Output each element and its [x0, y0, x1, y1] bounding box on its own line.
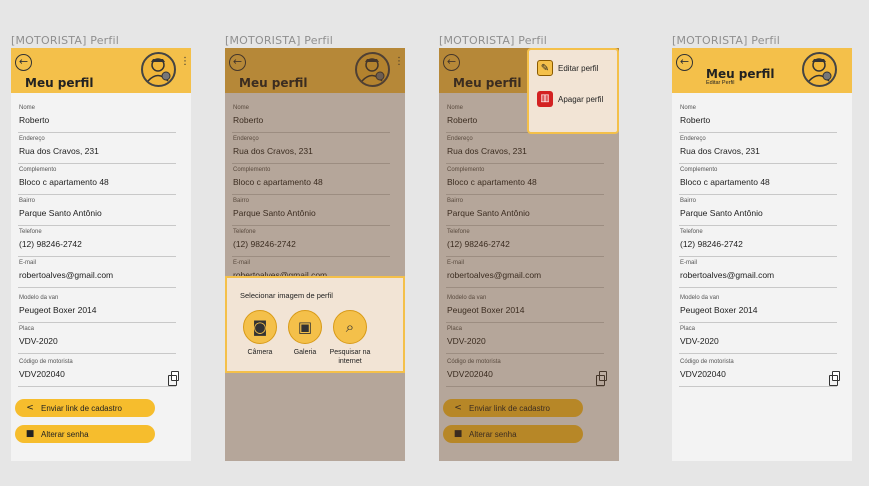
field-label: Placa	[19, 326, 35, 332]
avatar[interactable]	[141, 52, 176, 87]
more-options-icon[interactable]: ⋮	[180, 57, 190, 67]
field-label: Código de motorista	[680, 359, 734, 365]
field-value: Bloco c apartamento 48	[19, 177, 109, 187]
share-icon: <	[26, 403, 34, 413]
field-value: VDV-2020	[19, 336, 58, 346]
field-value: Parque Santo Antônio	[680, 208, 763, 218]
profile-screen-menu-open: ← Meu perfil Nome Roberto Endereço Rua dos…	[439, 48, 619, 461]
options-menu: ✎ Editar perfil ▥ Apagar perfil	[527, 48, 619, 134]
driver-avatar-icon	[808, 58, 832, 82]
field-value: Rua dos Cravos, 231	[680, 146, 760, 156]
profile-screen-image-picker: ← Meu perfil ⋮ Nome Roberto Endereço Rua d…	[225, 48, 405, 461]
field-label: Bairro	[19, 198, 36, 204]
field-email[interactable]: E-mail robertoalves@gmail.com	[18, 260, 176, 288]
camera-option[interactable]: ◙ Câmera	[236, 310, 284, 357]
profile-screen: ← Meu perfil ⋮ Nome Roberto Endereço Rua d…	[11, 48, 191, 461]
field-label: Modelo da van	[19, 295, 59, 301]
field-label: Complemento	[680, 167, 718, 173]
field-label: Endereço	[680, 136, 706, 142]
modal-overlay[interactable]	[225, 48, 405, 461]
field-label: Endereço	[19, 136, 45, 142]
field-value: Peugeot Boxer 2014	[19, 305, 97, 315]
field-value: VDV202040	[680, 369, 726, 379]
field-placa[interactable]: Placa VDV-2020	[679, 326, 837, 354]
field-label: Telefone	[19, 229, 42, 235]
field-value: Parque Santo Antônio	[19, 208, 102, 218]
screen-label: [MOTORISTA] Perfil	[11, 34, 119, 47]
app-header: ← Meu perfil Editar Perfil	[672, 48, 852, 93]
field-value: (12) 98246-2742	[19, 239, 82, 249]
field-label: Código de motorista	[19, 359, 73, 365]
trash-icon: ▥	[537, 91, 553, 107]
image-picker-sheet: Selecionar imagem de perfil ◙ Câmera ▣ Gal…	[225, 276, 405, 373]
field-complemento[interactable]: Complemento Bloco c apartamento 48	[679, 167, 837, 195]
field-nome[interactable]: Nome Roberto	[679, 105, 837, 133]
field-value: Roberto	[680, 115, 711, 125]
sheet-title: Selecionar imagem de perfil	[240, 291, 333, 300]
field-complemento[interactable]: Complemento Bloco c apartamento 48	[18, 167, 176, 195]
field-value: Roberto	[19, 115, 50, 125]
field-value: VDV-2020	[680, 336, 719, 346]
field-label: Telefone	[680, 229, 703, 235]
field-label: Nome	[680, 105, 697, 111]
gallery-option[interactable]: ▣ Galeria	[281, 310, 329, 357]
field-value: (12) 98246-2742	[680, 239, 743, 249]
web-search-icon: ⌕	[333, 310, 367, 344]
page-title: Meu perfil	[25, 76, 94, 90]
send-signup-link-button[interactable]: < Enviar link de cadastro	[15, 399, 155, 417]
field-modelo-van[interactable]: Modelo da van Peugeot Boxer 2014	[679, 295, 837, 323]
field-modelo-van[interactable]: Modelo da van Peugeot Boxer 2014	[18, 295, 176, 323]
field-label: Modelo da van	[680, 295, 720, 301]
field-value: Peugeot Boxer 2014	[680, 305, 758, 315]
field-label: Complemento	[19, 167, 57, 173]
field-label: E-mail	[19, 260, 37, 266]
field-value: Bloco c apartamento 48	[680, 177, 770, 187]
gallery-icon: ▣	[288, 310, 322, 344]
change-password-button[interactable]: ■ Alterar senha	[15, 425, 155, 443]
web-search-option[interactable]: ⌕ Pesquisar na internet	[326, 310, 374, 366]
screen-label: [MOTORISTA] Perfil	[672, 34, 780, 47]
field-value: robertoalves@gmail.com	[19, 270, 114, 280]
back-arrow-icon[interactable]: ←	[15, 54, 32, 71]
field-nome[interactable]: Nome Roberto	[18, 105, 176, 133]
field-bairro[interactable]: Bairro Parque Santo Antônio	[679, 198, 837, 226]
copy-icon[interactable]	[168, 371, 179, 386]
field-email[interactable]: E-mail robertoalves@gmail.com	[679, 260, 837, 288]
screen-label: [MOTORISTA] Perfil	[439, 34, 547, 47]
profile-screen-edit-mode: ← Meu perfil Editar Perfil Nome Roberto E…	[672, 48, 852, 461]
field-codigo-motorista[interactable]: Código de motorista VDV202040	[18, 359, 179, 387]
camera-icon: ◙	[243, 310, 277, 344]
field-telefone[interactable]: Telefone (12) 98246-2742	[18, 229, 176, 257]
field-endereco[interactable]: Endereço Rua dos Cravos, 231	[679, 136, 837, 164]
app-header: ← Meu perfil ⋮	[11, 48, 191, 93]
field-label: Placa	[680, 326, 696, 332]
lock-icon: ■	[25, 429, 35, 439]
copy-icon[interactable]	[829, 371, 840, 386]
field-label: E-mail	[680, 260, 698, 266]
field-codigo-motorista[interactable]: Código de motorista VDV202040	[679, 359, 840, 387]
field-value: robertoalves@gmail.com	[680, 270, 775, 280]
field-bairro[interactable]: Bairro Parque Santo Antônio	[18, 198, 176, 226]
field-placa[interactable]: Placa VDV-2020	[18, 326, 176, 354]
field-label: Nome	[19, 105, 36, 111]
field-label: Bairro	[680, 198, 697, 204]
driver-avatar-icon	[147, 58, 171, 82]
back-arrow-icon[interactable]: ←	[676, 54, 693, 71]
screen-label: [MOTORISTA] Perfil	[225, 34, 333, 47]
field-value: VDV202040	[19, 369, 65, 379]
edit-folder-icon: ✎	[537, 60, 553, 76]
avatar[interactable]	[802, 52, 837, 87]
field-value: Rua dos Cravos, 231	[19, 146, 99, 156]
page-subtitle: Editar Perfil	[706, 80, 735, 86]
field-telefone[interactable]: Telefone (12) 98246-2742	[679, 229, 837, 257]
field-endereco[interactable]: Endereço Rua dos Cravos, 231	[18, 136, 176, 164]
page-title: Meu perfil	[706, 67, 775, 81]
